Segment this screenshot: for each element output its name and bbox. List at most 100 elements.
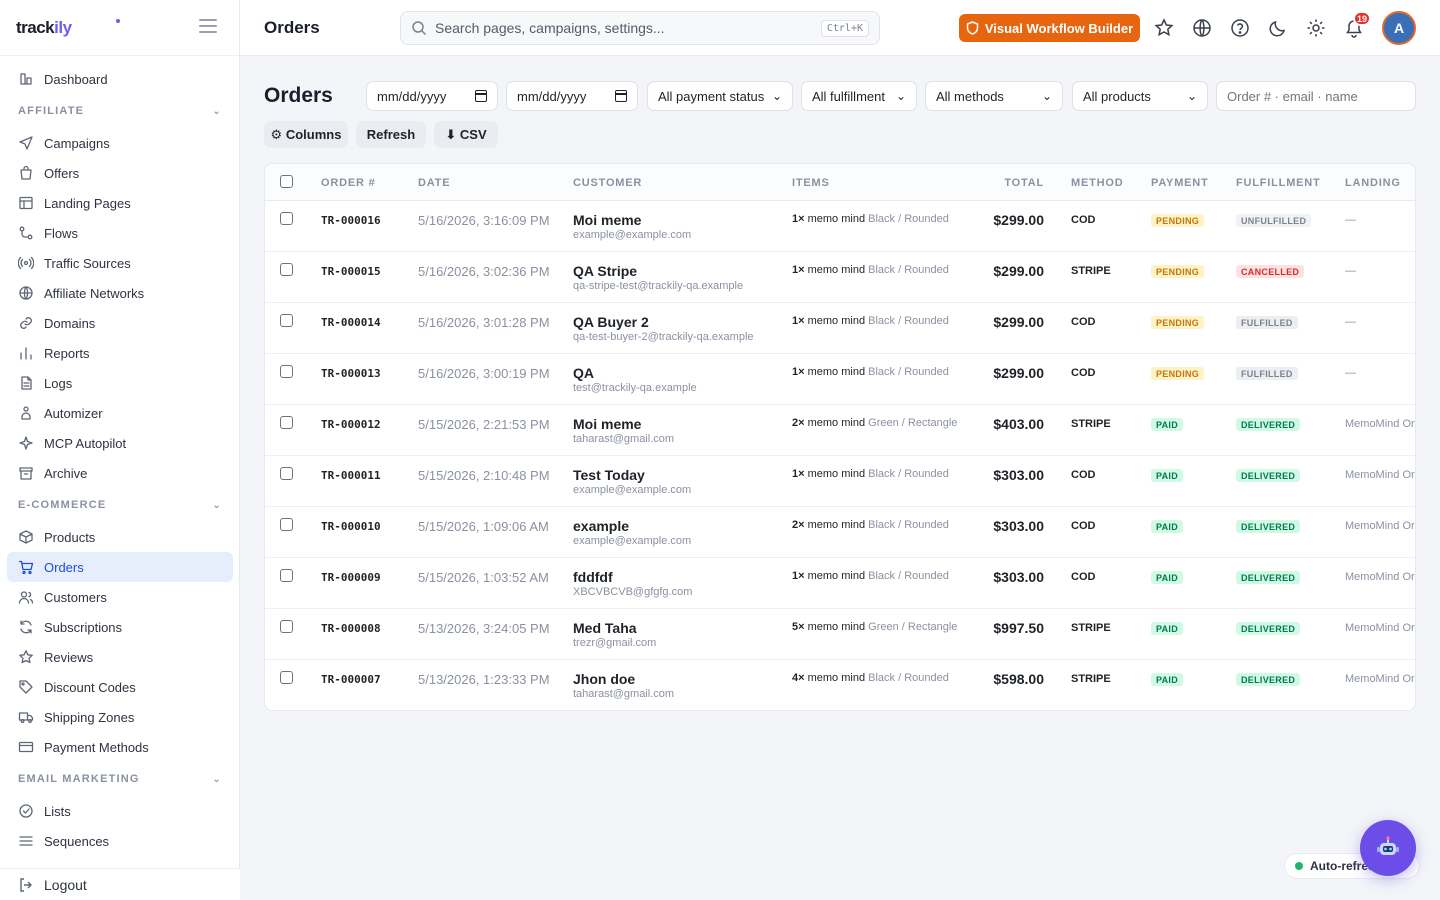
sidebar-item-mcp-autopilot[interactable]: MCP Autopilot	[7, 428, 233, 458]
landing-page: —	[1345, 316, 1356, 328]
select-all-checkbox[interactable]	[280, 175, 293, 188]
header-order[interactable]: ORDER #	[321, 177, 376, 189]
row-checkbox[interactable]	[280, 671, 293, 684]
visual-workflow-builder-button[interactable]: Visual Workflow Builder	[959, 14, 1140, 42]
gear-icon[interactable]	[1304, 16, 1328, 40]
sidebar-item-customers[interactable]: Customers	[7, 582, 233, 612]
sidebar-item-offers[interactable]: Offers	[7, 158, 233, 188]
landing-page: MemoMind Or	[1345, 673, 1415, 685]
sidebar-item-archive[interactable]: Archive	[7, 458, 233, 488]
sidebar-item-discount-codes[interactable]: Discount Codes	[7, 672, 233, 702]
sidebar-item-lists[interactable]: Lists	[7, 796, 233, 826]
logout-button[interactable]: Logout	[0, 868, 240, 900]
sidebar-item-shipping-zones[interactable]: Shipping Zones	[7, 702, 233, 732]
row-checkbox[interactable]	[280, 467, 293, 480]
header-total[interactable]: TOTAL	[1004, 177, 1044, 189]
table-row[interactable]: TR-000007 5/13/2026, 1:23:33 PM Jhon doe…	[265, 660, 1415, 710]
order-number[interactable]: TR-000016	[321, 214, 381, 227]
globe-icon[interactable]	[1190, 16, 1214, 40]
header-payment[interactable]: PAYMENT	[1151, 177, 1209, 189]
sidebar-item-orders[interactable]: Orders	[7, 552, 233, 582]
sidebar-item-subscriptions[interactable]: Subscriptions	[7, 612, 233, 642]
header-customer[interactable]: CUSTOMER	[573, 177, 642, 189]
fulfillment-select[interactable]: All fulfillment ⌄	[801, 81, 917, 111]
csv-export-button[interactable]: ⬇ CSV	[434, 121, 498, 148]
row-checkbox[interactable]	[280, 518, 293, 531]
row-checkbox[interactable]	[280, 314, 293, 327]
global-search-input[interactable]	[435, 20, 821, 36]
row-checkbox[interactable]	[280, 569, 293, 582]
global-search[interactable]: Ctrl+K	[400, 11, 880, 45]
date-to-input[interactable]: mm/dd/yyyy	[506, 81, 638, 111]
order-number[interactable]: TR-000009	[321, 571, 381, 584]
sidebar-item-label: Automizer	[44, 405, 103, 421]
table-row[interactable]: TR-000016 5/16/2026, 3:16:09 PM Moi meme…	[265, 201, 1415, 252]
sidebar-section-email-marketing[interactable]: EMAIL MARKETING ⌄	[0, 762, 240, 796]
row-checkbox[interactable]	[280, 365, 293, 378]
link-icon	[18, 315, 34, 331]
row-checkbox[interactable]	[280, 416, 293, 429]
sidebar-item-logs[interactable]: Logs	[7, 368, 233, 398]
sidebar-item-reviews[interactable]: Reviews	[7, 642, 233, 672]
help-icon[interactable]	[1228, 16, 1252, 40]
refresh-button[interactable]: Refresh	[356, 121, 426, 148]
table-row[interactable]: TR-000013 5/16/2026, 3:00:19 PM QA test@…	[265, 354, 1415, 405]
header-fulfillment[interactable]: FULFILLMENT	[1236, 177, 1321, 189]
customer-name: Moi meme	[573, 416, 642, 432]
sidebar-item-affiliate-networks[interactable]: Affiliate Networks	[7, 278, 233, 308]
order-number[interactable]: TR-000012	[321, 418, 381, 431]
order-number[interactable]: TR-000011	[321, 469, 381, 482]
order-search-input[interactable]	[1216, 81, 1416, 111]
sidebar-item-products[interactable]: Products	[7, 522, 233, 552]
order-number[interactable]: TR-000010	[321, 520, 381, 533]
order-number[interactable]: TR-000014	[321, 316, 381, 329]
table-row[interactable]: TR-000015 5/16/2026, 3:02:36 PM QA Strip…	[265, 252, 1415, 303]
table-row[interactable]: TR-000012 5/15/2026, 2:21:53 PM Moi meme…	[265, 405, 1415, 456]
assistant-bot-button[interactable]	[1360, 820, 1416, 876]
sidebar-item-dashboard[interactable]: Dashboard	[7, 64, 233, 94]
sidebar-collapse-icon[interactable]	[199, 19, 217, 33]
order-number[interactable]: TR-000015	[321, 265, 381, 278]
sidebar-item-smtp-servers[interactable]: SMTP Servers	[7, 856, 233, 865]
sidebar-item-automizer[interactable]: Automizer	[7, 398, 233, 428]
sidebar-item-payment-methods[interactable]: Payment Methods	[7, 732, 233, 762]
brand-logo[interactable]: trackily	[16, 18, 72, 38]
sidebar-item-landing-pages[interactable]: Landing Pages	[7, 188, 233, 218]
star-icon[interactable]	[1152, 16, 1176, 40]
order-number[interactable]: TR-000007	[321, 673, 381, 686]
payment-method: COD	[1071, 469, 1096, 481]
columns-button[interactable]: ⚙ Columns	[264, 121, 348, 148]
payment-status-badge: PAID	[1151, 418, 1184, 431]
sidebar-item-domains[interactable]: Domains	[7, 308, 233, 338]
header-landing[interactable]: LANDING	[1345, 177, 1401, 189]
date-from-input[interactable]: mm/dd/yyyy	[366, 81, 498, 111]
sidebar-section-e-commerce[interactable]: E-COMMERCE ⌄	[0, 488, 240, 522]
table-row[interactable]: TR-000008 5/13/2026, 3:24:05 PM Med Taha…	[265, 609, 1415, 660]
payment-method: COD	[1071, 214, 1096, 226]
row-checkbox[interactable]	[280, 212, 293, 225]
sidebar-item-sequences[interactable]: Sequences	[7, 826, 233, 856]
payment-status-select[interactable]: All payment status ⌄	[647, 81, 793, 111]
methods-select[interactable]: All methods ⌄	[925, 81, 1063, 111]
table-row[interactable]: TR-000009 5/15/2026, 1:03:52 AM fddfdf X…	[265, 558, 1415, 609]
row-checkbox[interactable]	[280, 263, 293, 276]
order-number[interactable]: TR-000008	[321, 622, 381, 635]
sidebar-item-campaigns[interactable]: Campaigns	[7, 128, 233, 158]
table-row[interactable]: TR-000010 5/15/2026, 1:09:06 AM example …	[265, 507, 1415, 558]
table-row[interactable]: TR-000014 5/16/2026, 3:01:28 PM QA Buyer…	[265, 303, 1415, 354]
products-select[interactable]: All products ⌄	[1072, 81, 1208, 111]
sidebar-item-traffic-sources[interactable]: Traffic Sources	[7, 248, 233, 278]
item-product: memo mind	[807, 213, 866, 225]
order-number[interactable]: TR-000013	[321, 367, 381, 380]
sidebar-section-affiliate[interactable]: AFFILIATE ⌄	[0, 94, 240, 128]
sidebar-item-reports[interactable]: Reports	[7, 338, 233, 368]
row-checkbox[interactable]	[280, 620, 293, 633]
sidebar-item-flows[interactable]: Flows	[7, 218, 233, 248]
moon-icon[interactable]	[1266, 16, 1290, 40]
customer-name: QA	[573, 365, 594, 381]
avatar[interactable]: A	[1382, 11, 1416, 45]
table-row[interactable]: TR-000011 5/15/2026, 2:10:48 PM Test Tod…	[265, 456, 1415, 507]
header-date[interactable]: DATE	[418, 177, 450, 189]
header-method[interactable]: METHOD	[1071, 177, 1123, 189]
header-items[interactable]: ITEMS	[792, 177, 830, 189]
